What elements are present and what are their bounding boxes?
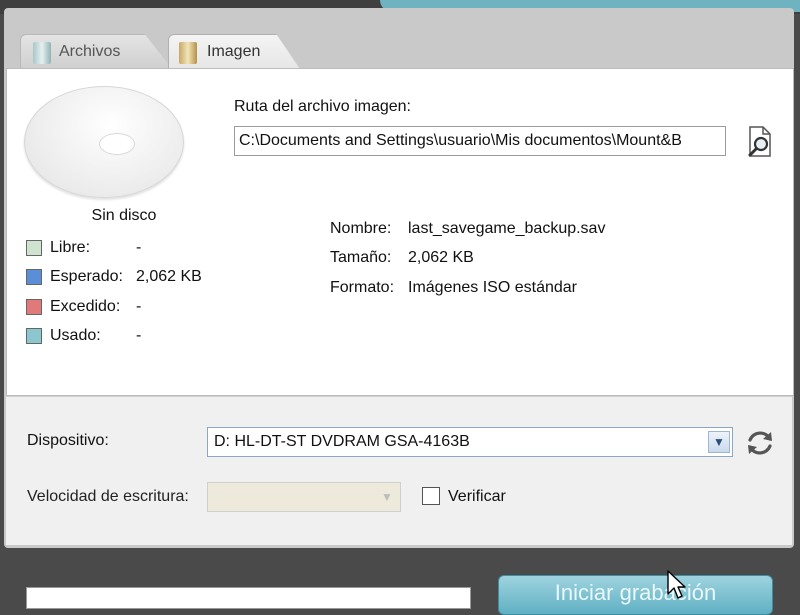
legend-label: Libre: [50,239,91,256]
chevron-down-icon: ▼ [381,490,393,504]
info-value: last_savegame_backup.sav [408,220,606,237]
info-value: 2,062 KB [408,249,474,266]
start-burn-button[interactable]: Iniciar grabación [498,575,773,615]
legend-swatch-libre [26,240,42,256]
progress-bar [26,587,471,609]
speed-select[interactable]: ▼ [207,482,401,512]
device-select[interactable]: D: HL-DT-ST DVDRAM GSA-4163B ▼ [207,427,733,457]
info-value: Imágenes ISO estándar [408,279,577,296]
mouse-cursor-icon [666,570,686,600]
image-path-label: Ruta del archivo imagen: [234,98,411,115]
disc-hole [99,133,135,155]
legend-value: 2,062 KB [136,268,202,285]
disc-status: Sin disco [91,207,157,224]
info-key: Tamaño: [330,249,392,266]
speed-label: Velocidad de escritura: [27,488,189,505]
legend-swatch-esperado [26,269,42,285]
tab-imagen-label: Imagen [207,43,261,60]
legend-label: Usado: [50,327,101,344]
tab-archivos-label: Archivos [59,43,121,60]
info-key: Nombre: [330,220,392,237]
legend-swatch-excedido [26,299,42,315]
legend-value: - [136,239,142,256]
verify-checkbox[interactable] [422,487,440,505]
device-panel [6,396,792,545]
files-icon [33,42,51,64]
legend-value: - [136,298,142,315]
refresh-icon [748,431,772,455]
legend-swatch-usado [26,328,42,344]
legend-value: - [136,327,142,344]
device-label: Dispositivo: [27,432,109,449]
legend-label: Excedido: [50,298,121,315]
image-path-input[interactable] [234,126,726,156]
browse-button[interactable] [745,125,775,159]
info-key: Formato: [330,279,395,296]
device-selected-value: D: HL-DT-ST DVDRAM GSA-4163B [214,433,470,450]
legend-label: Esperado: [50,268,123,285]
image-icon [179,42,197,64]
verify-label: Verificar [448,488,506,505]
magnifier-document-icon [748,126,771,157]
chevron-down-icon[interactable]: ▼ [708,431,730,453]
refresh-button[interactable] [744,427,776,459]
